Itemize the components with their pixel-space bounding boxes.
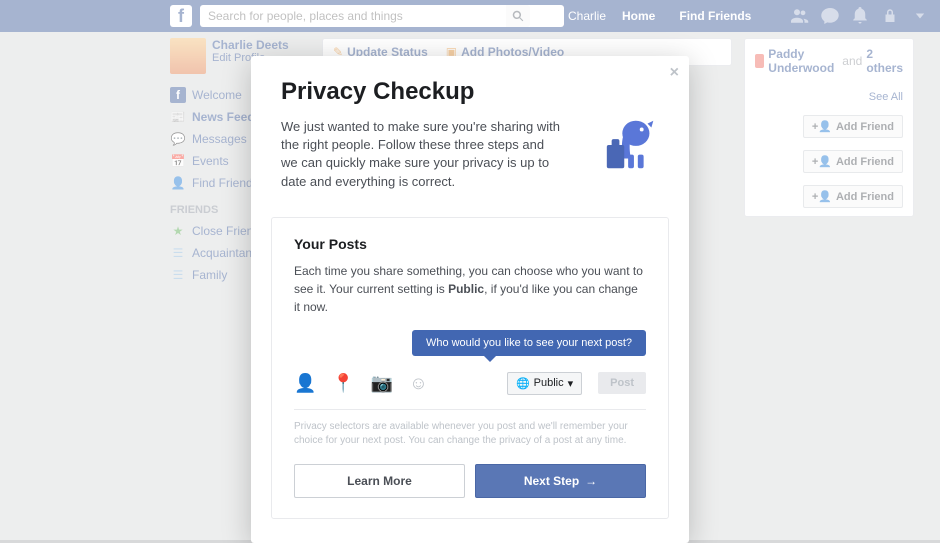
globe-icon: 🌐 [516, 377, 530, 390]
arrow-right-icon: → [585, 474, 597, 488]
learn-more-button[interactable]: Learn More [294, 464, 465, 498]
modal-title: Privacy Checkup [281, 78, 659, 106]
location-icon[interactable]: 📍 [332, 373, 354, 394]
emoji-icon[interactable]: ☺ [409, 373, 427, 394]
your-posts-card: Your Posts Each time you share something… [271, 217, 669, 519]
composer-preview: 👤 📍 📷 ☺ 🌐 Public ▾ Post [294, 366, 646, 410]
audience-tooltip: Who would you like to see your next post… [412, 330, 646, 356]
dinosaur-illustration [601, 112, 663, 174]
modal-actions: Learn More Next Step → [294, 464, 646, 498]
tag-people-icon[interactable]: 👤 [294, 373, 316, 394]
post-button[interactable]: Post [598, 372, 646, 394]
camera-icon[interactable]: 📷 [371, 373, 393, 394]
next-step-button[interactable]: Next Step → [475, 464, 646, 498]
close-icon: × [670, 64, 679, 81]
audience-selector[interactable]: 🌐 Public ▾ [507, 372, 582, 395]
privacy-checkup-modal: × Privacy Checkup We just wanted to make… [251, 56, 689, 543]
card-title: Your Posts [294, 236, 646, 252]
chevron-down-icon: ▾ [568, 377, 574, 390]
modal-intro: We just wanted to make sure you're shari… [281, 118, 561, 191]
card-body: Each time you share something, you can c… [294, 262, 646, 316]
fineprint: Privacy selectors are available whenever… [294, 420, 646, 448]
modal-overlay: × Privacy Checkup We just wanted to make… [0, 0, 940, 540]
close-button[interactable]: × [670, 64, 679, 82]
